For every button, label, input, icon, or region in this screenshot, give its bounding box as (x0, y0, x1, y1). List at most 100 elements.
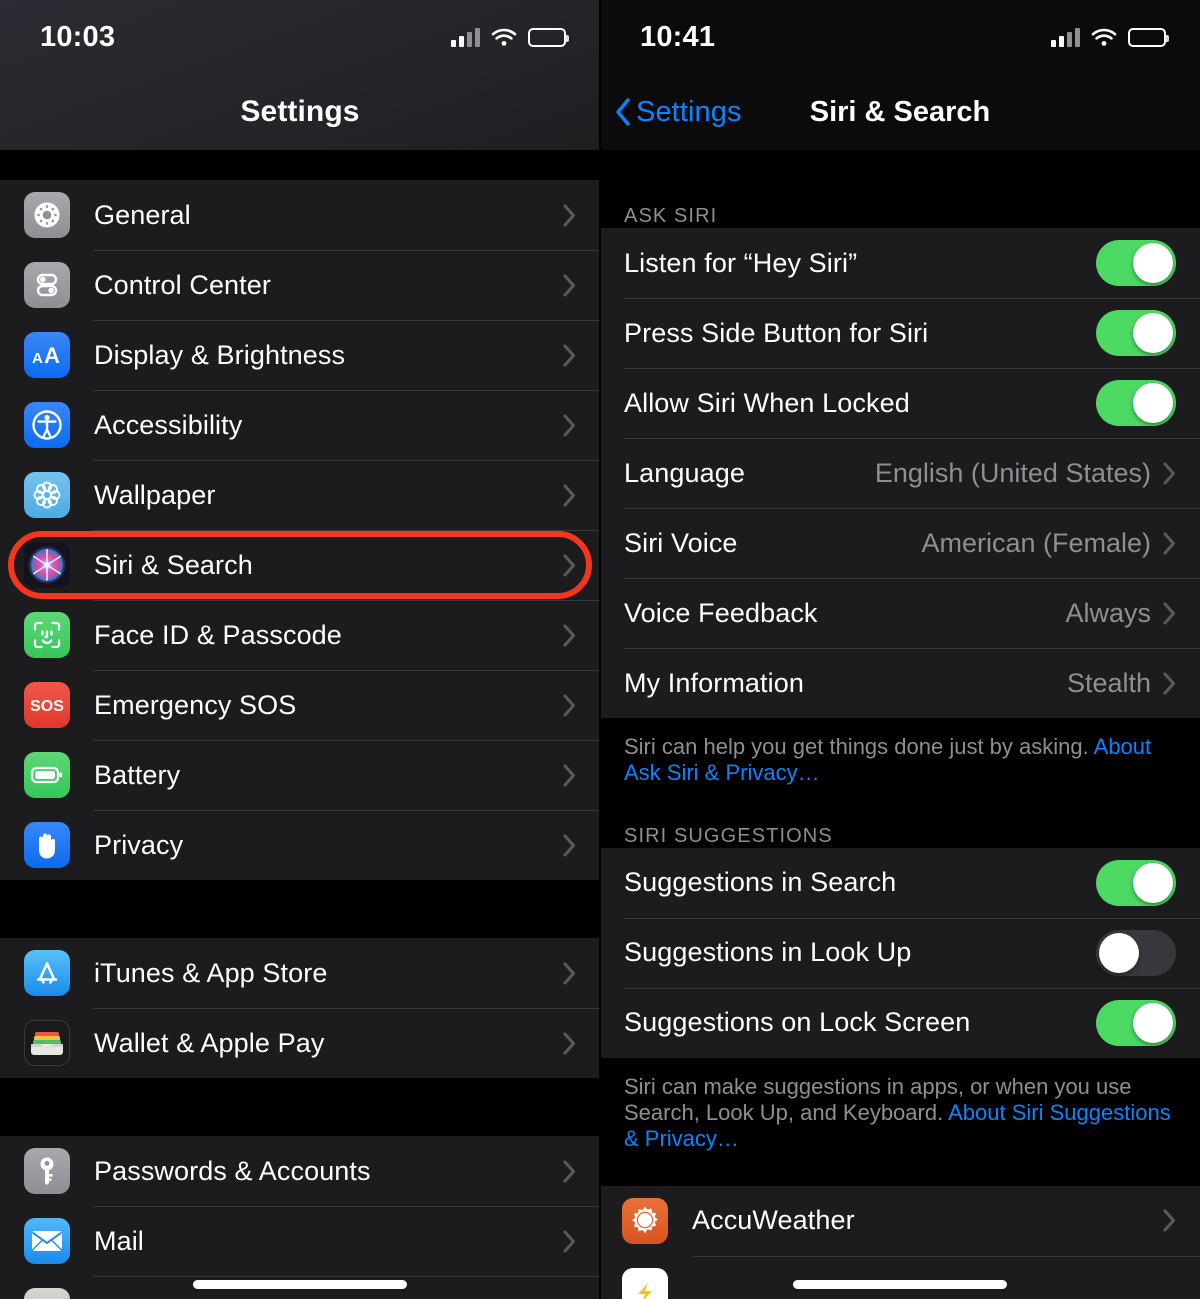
setting-value: English (United States) (874, 457, 1151, 488)
navigation-bar: Settings Siri & Search (600, 74, 1200, 150)
ask-siri-group: Listen for “Hey Siri” Press Side Button … (600, 228, 1200, 718)
setting-row-voice-feedback[interactable]: Voice Feedback Always (600, 578, 1200, 648)
sidebar-item-label: Wallpaper (94, 479, 216, 510)
sidebar-item-label: Wallet & Apple Pay (94, 1027, 325, 1058)
sos-icon: SOS (24, 682, 70, 728)
toggle-suggestions-in-look-up[interactable] (1096, 929, 1176, 976)
home-indicator (193, 1280, 407, 1289)
section-gap (600, 1151, 1200, 1186)
setting-row-siri-voice[interactable]: Siri Voice American (Female) (600, 508, 1200, 578)
privacy-hand-icon (24, 822, 70, 868)
status-bar-indicators (451, 27, 569, 47)
setting-row-listen-for-hey-siri[interactable]: Listen for “Hey Siri” (600, 228, 1200, 298)
sidebar-item-label: Mail (94, 1225, 144, 1256)
setting-label: Press Side Button for Siri (624, 317, 929, 348)
chevron-right-icon (563, 484, 576, 507)
list-top-gap (0, 150, 600, 180)
face-id-icon (24, 612, 70, 658)
accessibility-icon (24, 402, 70, 448)
sidebar-item-itunes-app-store[interactable]: iTunes & App Store (0, 938, 600, 1008)
home-indicator (793, 1280, 1007, 1289)
siri-settings-list[interactable]: ASK SIRI Listen for “Hey Siri” Press Sid… (600, 150, 1200, 1299)
setting-label: My Information (624, 667, 804, 698)
page-title: Settings (240, 95, 360, 128)
section-footer-ask-siri: Siri can help you get things done just b… (600, 718, 1200, 786)
list-top-gap (600, 150, 1200, 182)
toggle-press-side-button[interactable] (1096, 310, 1176, 356)
siri-suggestions-group: Suggestions in Search Suggestions in Loo… (600, 847, 1200, 1058)
svg-text:A: A (32, 350, 43, 367)
back-button[interactable]: Settings (614, 96, 742, 129)
toggle-listen-for-hey-siri[interactable] (1096, 240, 1176, 286)
setting-label: Voice Feedback (624, 597, 818, 628)
setting-row-language[interactable]: Language English (United States) (600, 438, 1200, 508)
status-bar-left: 10:03 (0, 0, 600, 74)
chevron-right-icon (563, 274, 576, 297)
status-bar-indicators (1051, 27, 1169, 47)
chevron-right-icon (1163, 532, 1176, 555)
cellular-signal-icon (1051, 27, 1080, 47)
chevron-right-icon (563, 764, 576, 787)
setting-row-allow-siri-when-locked[interactable]: Allow Siri When Locked (600, 368, 1200, 438)
contacts-icon (24, 1288, 70, 1299)
status-bar-right: 10:41 (600, 0, 1200, 74)
setting-value: Stealth (1066, 667, 1151, 698)
setting-row-suggestions-in-look-up[interactable]: Suggestions in Look Up (600, 917, 1200, 988)
sidebar-item-label: Display & Brightness (94, 339, 346, 370)
setting-row-my-information[interactable]: My Information Stealth (600, 648, 1200, 718)
adguard-icon (622, 1267, 668, 1299)
chevron-right-icon (563, 694, 576, 717)
settings-list[interactable]: General Control Center AA Display & Brig… (0, 150, 600, 1299)
toggle-knob (1133, 243, 1173, 283)
settings-group-system: General Control Center AA Display & Brig… (0, 180, 600, 880)
section-header-ask-siri: ASK SIRI (600, 182, 1200, 228)
sidebar-item-mail[interactable]: Mail (0, 1206, 600, 1276)
setting-label: Listen for “Hey Siri” (624, 247, 858, 278)
sidebar-item-privacy[interactable]: Privacy (0, 810, 600, 880)
toggle-suggestions-on-lock-screen[interactable] (1096, 999, 1176, 1046)
sidebar-item-control-center[interactable]: Control Center (0, 250, 600, 320)
setting-row-press-side-button[interactable]: Press Side Button for Siri (600, 298, 1200, 368)
sidebar-item-label: Passwords & Accounts (94, 1155, 371, 1186)
accuweather-icon (622, 1197, 668, 1244)
app-row-partial-cutoff[interactable] (600, 1255, 1200, 1299)
chevron-right-icon (563, 554, 576, 577)
sidebar-item-emergency-sos[interactable]: SOS Emergency SOS (0, 670, 600, 740)
sidebar-item-accessibility[interactable]: Accessibility (0, 390, 600, 460)
chevron-right-icon (563, 1230, 576, 1253)
wallpaper-icon (24, 472, 70, 518)
toggle-suggestions-in-search[interactable] (1096, 859, 1176, 906)
chevron-right-icon (563, 414, 576, 437)
sidebar-item-battery[interactable]: Battery (0, 740, 600, 810)
toggle-knob (1133, 862, 1173, 903)
section-footer-siri-suggestions: Siri can make suggestions in apps, or wh… (600, 1057, 1200, 1152)
sidebar-item-label: Face ID & Passcode (94, 619, 342, 650)
chevron-right-icon (563, 344, 576, 367)
sidebar-item-general[interactable]: General (0, 180, 600, 250)
sidebar-item-label: Privacy (94, 829, 184, 860)
wallet-icon (24, 1020, 70, 1066)
wifi-icon (1091, 27, 1117, 47)
left-phone-settings-screen: 10:03 Settings General Control Center A … (0, 0, 600, 1299)
battery-icon (528, 27, 569, 47)
setting-label: Siri Voice (624, 527, 738, 558)
setting-row-suggestions-in-search[interactable]: Suggestions in Search (600, 847, 1200, 918)
sidebar-item-face-id-passcode[interactable]: Face ID & Passcode (0, 600, 600, 670)
cellular-signal-icon (451, 27, 480, 47)
gear-icon (24, 192, 70, 238)
sidebar-item-siri-search[interactable]: Siri & Search (0, 530, 600, 600)
sidebar-item-display-brightness[interactable]: AA Display & Brightness (0, 320, 600, 390)
toggle-allow-siri-when-locked[interactable] (1096, 380, 1176, 426)
app-row-accuweather[interactable]: AccuWeather (600, 1185, 1200, 1256)
sidebar-item-wallet-apple-pay[interactable]: Wallet & Apple Pay (0, 1008, 600, 1078)
footer-text: Siri can help you get things done just b… (624, 734, 1094, 759)
sidebar-item-label: iTunes & App Store (94, 957, 328, 988)
siri-icon (24, 542, 70, 588)
svg-text:A: A (44, 343, 60, 368)
setting-label: Suggestions on Lock Screen (624, 1007, 971, 1038)
chevron-right-icon (1163, 1209, 1176, 1232)
sidebar-item-wallpaper[interactable]: Wallpaper (0, 460, 600, 530)
sidebar-item-label: Siri & Search (94, 549, 253, 580)
setting-row-suggestions-on-lock-screen[interactable]: Suggestions on Lock Screen (600, 987, 1200, 1058)
sidebar-item-passwords-accounts[interactable]: Passwords & Accounts (0, 1136, 600, 1206)
